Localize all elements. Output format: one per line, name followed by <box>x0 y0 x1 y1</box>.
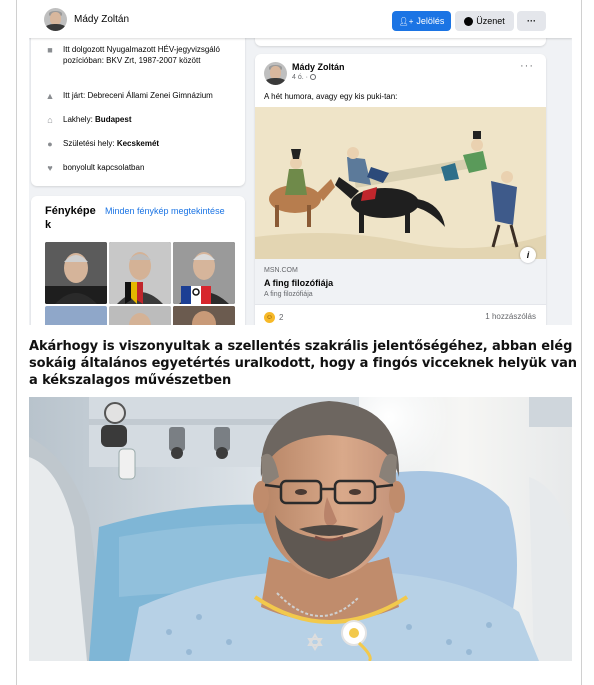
lives-value[interactable]: Budapest <box>95 115 131 124</box>
post-author-name[interactable]: Mády Zoltán <box>292 62 345 72</box>
photo-thumbnail[interactable] <box>173 306 235 325</box>
location-pin-icon: ● <box>47 139 53 149</box>
post-card: Mády Zoltán 4 ó. · ··· A hét humora, ava… <box>255 54 546 325</box>
globe-icon <box>309 74 316 80</box>
message-button[interactable]: Üzenet <box>455 11 514 31</box>
photo-thumbnail[interactable] <box>45 242 107 304</box>
post-image-scroll-painting[interactable] <box>255 107 546 259</box>
briefcase-icon: ■ <box>47 45 53 55</box>
see-all-photos-link[interactable]: Minden fénykép megtekintése <box>105 206 225 216</box>
haha-reaction-icon: ☺︎ <box>264 312 275 323</box>
post-time: 4 ó. · <box>292 74 310 81</box>
article-headline: Akárhogy is viszonyultak a szellentés sz… <box>29 339 577 388</box>
photos-title: Fényképe k <box>45 205 96 231</box>
post-author-avatar[interactable] <box>264 62 287 85</box>
link-domain: MSN.COM <box>264 267 298 274</box>
born-label: Születési hely: <box>63 139 117 148</box>
profile-avatar[interactable] <box>44 8 67 31</box>
messenger-icon <box>464 16 474 26</box>
post-timestamp[interactable]: 4 ó. · <box>292 74 316 81</box>
link-title[interactable]: A fing filozófiája <box>264 278 333 288</box>
heart-icon: ♥ <box>47 163 53 173</box>
more-icon: ··· <box>527 16 536 26</box>
graduation-cap-icon: ▲ <box>45 91 55 101</box>
photos-card: Fényképe k Minden fénykép megtekintése <box>31 196 245 325</box>
intro-education: ▲ Itt járt: Debreceni Állami Zenei Gimná… <box>45 91 213 101</box>
profile-name[interactable]: Mády Zoltán <box>74 14 129 25</box>
tag-button-label: Jelölés <box>416 16 445 26</box>
comments-count[interactable]: 1 hozzászólás <box>485 312 536 321</box>
hospital-selfie-photo <box>29 397 572 661</box>
reaction-count: 2 <box>279 313 284 322</box>
photo-thumbnail[interactable] <box>173 242 235 304</box>
tag-button[interactable]: 👤︎+ Jelölés <box>392 11 451 31</box>
add-person-icon: 👤︎+ <box>398 16 414 26</box>
intro-relationship: ♥ bonyolult kapcsolatban <box>45 162 144 173</box>
link-preview[interactable]: i MSN.COM A fing filozófiája A fing filo… <box>255 247 546 305</box>
reactions-summary[interactable]: ☺︎ 2 <box>264 312 283 323</box>
intro-lives: ⌂ Lakhely: Budapest <box>45 114 131 125</box>
post-text: A hét humora, avagy egy kis puki-tan: <box>264 92 398 101</box>
page: Mády Zoltán 👤︎+ Jelölés Üzenet ··· ■ Itt… <box>0 0 594 685</box>
more-options-button[interactable]: ··· <box>517 11 546 31</box>
post-options-button[interactable]: ··· <box>520 60 534 72</box>
photo-thumbnail[interactable] <box>109 242 171 304</box>
home-icon: ⌂ <box>47 115 53 125</box>
facebook-screenshot: Mády Zoltán 👤︎+ Jelölés Üzenet ··· ■ Itt… <box>29 0 572 325</box>
photo-thumbnail[interactable] <box>45 306 107 325</box>
message-button-label: Üzenet <box>476 16 505 26</box>
lives-label: Lakhely: <box>63 115 96 124</box>
born-value[interactable]: Kecskemét <box>117 139 159 148</box>
profile-header-bar: Mády Zoltán 👤︎+ Jelölés Üzenet ··· <box>29 0 572 38</box>
intro-born: ● Születési hely: Kecskemét <box>45 138 159 149</box>
info-icon[interactable]: i <box>520 247 536 263</box>
intro-work: ■ Itt dolgozott Nyugalmazott HÉV-jegyviz… <box>45 44 243 66</box>
intro-card: ■ Itt dolgozott Nyugalmazott HÉV-jegyviz… <box>31 32 245 186</box>
photo-thumbnail[interactable] <box>109 306 171 325</box>
link-subtitle: A fing filozófiája <box>264 291 313 298</box>
